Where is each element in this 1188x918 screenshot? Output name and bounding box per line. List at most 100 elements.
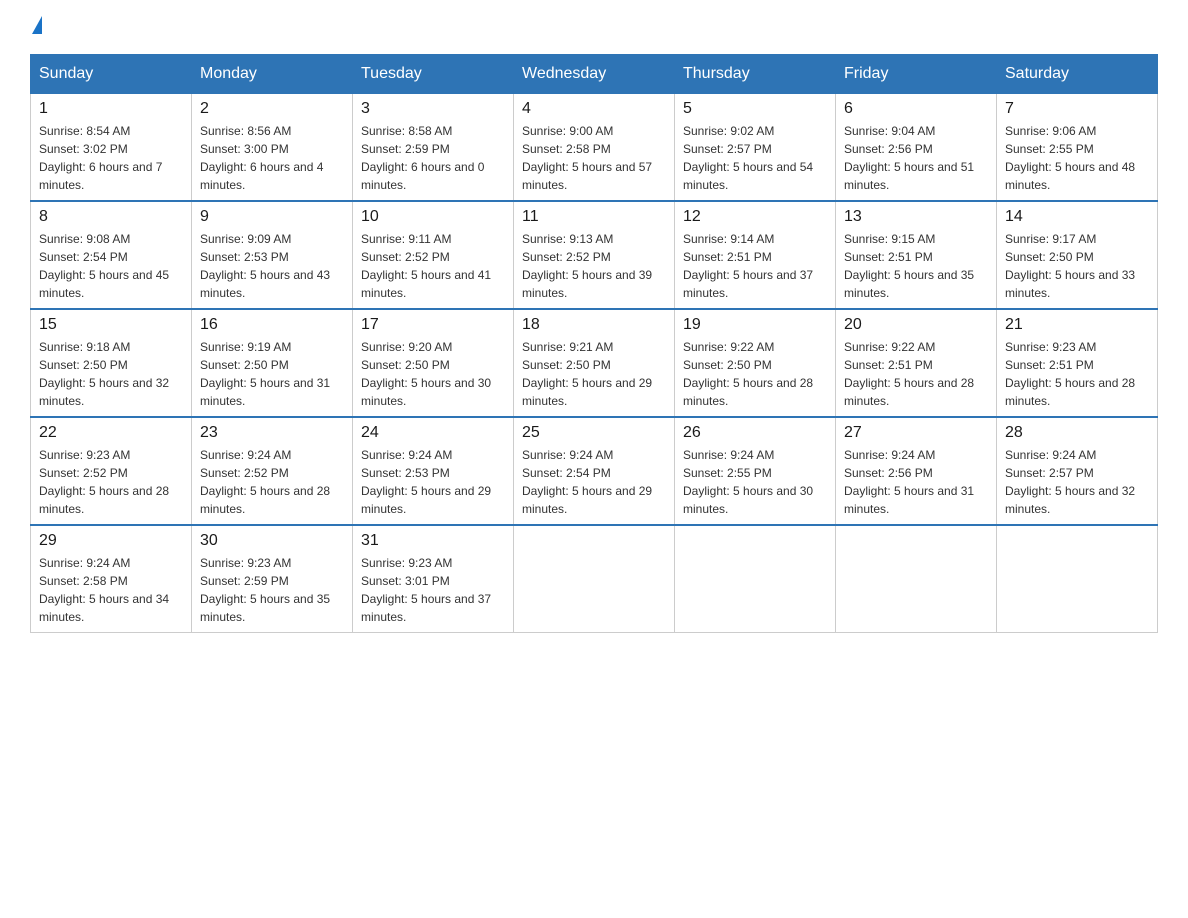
day-number: 8	[39, 208, 183, 226]
day-number: 13	[844, 208, 988, 226]
calendar-cell: 8 Sunrise: 9:08 AMSunset: 2:54 PMDaylight…	[31, 201, 192, 309]
day-number: 23	[200, 424, 344, 442]
week-row-1: 1 Sunrise: 8:54 AMSunset: 3:02 PMDaylight…	[31, 94, 1158, 202]
calendar-cell: 4 Sunrise: 9:00 AMSunset: 2:58 PMDaylight…	[514, 94, 675, 202]
day-info: Sunrise: 9:22 AMSunset: 2:51 PMDaylight:…	[844, 338, 988, 410]
day-info: Sunrise: 9:19 AMSunset: 2:50 PMDaylight:…	[200, 338, 344, 410]
day-number: 16	[200, 316, 344, 334]
calendar-cell: 1 Sunrise: 8:54 AMSunset: 3:02 PMDaylight…	[31, 94, 192, 202]
calendar-cell: 11 Sunrise: 9:13 AMSunset: 2:52 PMDayligh…	[514, 201, 675, 309]
day-info: Sunrise: 9:23 AMSunset: 2:52 PMDaylight:…	[39, 446, 183, 518]
calendar-cell: 24 Sunrise: 9:24 AMSunset: 2:53 PMDayligh…	[353, 417, 514, 525]
day-info: Sunrise: 9:11 AMSunset: 2:52 PMDaylight:…	[361, 230, 505, 302]
day-info: Sunrise: 9:24 AMSunset: 2:55 PMDaylight:…	[683, 446, 827, 518]
day-info: Sunrise: 9:23 AMSunset: 3:01 PMDaylight:…	[361, 554, 505, 626]
calendar-cell: 5 Sunrise: 9:02 AMSunset: 2:57 PMDaylight…	[675, 94, 836, 202]
logo	[30, 20, 42, 34]
week-row-3: 15 Sunrise: 9:18 AMSunset: 2:50 PMDayligh…	[31, 309, 1158, 417]
calendar-cell: 25Sunrise: 9:24 AMSunset: 2:54 PMDayligh…	[514, 417, 675, 525]
calendar-cell: 18 Sunrise: 9:21 AMSunset: 2:50 PMDayligh…	[514, 309, 675, 417]
day-info: Sunrise: 9:20 AMSunset: 2:50 PMDaylight:…	[361, 338, 505, 410]
calendar-cell	[997, 525, 1158, 633]
day-info: Sunrise: 8:56 AMSunset: 3:00 PMDaylight:…	[200, 122, 344, 194]
week-row-2: 8 Sunrise: 9:08 AMSunset: 2:54 PMDaylight…	[31, 201, 1158, 309]
day-info: Sunrise: 9:24 AMSunset: 2:52 PMDaylight:…	[200, 446, 344, 518]
calendar-cell: 2 Sunrise: 8:56 AMSunset: 3:00 PMDaylight…	[192, 94, 353, 202]
calendar-cell: 19Sunrise: 9:22 AMSunset: 2:50 PMDayligh…	[675, 309, 836, 417]
day-info: Sunrise: 9:09 AMSunset: 2:53 PMDaylight:…	[200, 230, 344, 302]
day-number: 28	[1005, 424, 1149, 442]
day-number: 10	[361, 208, 505, 226]
day-number: 22	[39, 424, 183, 442]
day-number: 21	[1005, 316, 1149, 334]
day-number: 9	[200, 208, 344, 226]
day-number: 24	[361, 424, 505, 442]
day-info: Sunrise: 9:18 AMSunset: 2:50 PMDaylight:…	[39, 338, 183, 410]
day-info: Sunrise: 8:54 AMSunset: 3:02 PMDaylight:…	[39, 122, 183, 194]
calendar-cell: 26 Sunrise: 9:24 AMSunset: 2:55 PMDayligh…	[675, 417, 836, 525]
day-info: Sunrise: 9:24 AMSunset: 2:54 PMDaylight:…	[522, 446, 666, 518]
calendar-cell: 28 Sunrise: 9:24 AMSunset: 2:57 PMDayligh…	[997, 417, 1158, 525]
day-number: 7	[1005, 100, 1149, 118]
day-info: Sunrise: 8:58 AMSunset: 2:59 PMDaylight:…	[361, 122, 505, 194]
day-info: Sunrise: 9:23 AMSunset: 2:51 PMDaylight:…	[1005, 338, 1149, 410]
header-thursday: Thursday	[675, 55, 836, 94]
day-number: 6	[844, 100, 988, 118]
day-info: Sunrise: 9:14 AMSunset: 2:51 PMDaylight:…	[683, 230, 827, 302]
calendar-table: SundayMondayTuesdayWednesdayThursdayFrid…	[30, 54, 1158, 633]
calendar-cell: 27Sunrise: 9:24 AMSunset: 2:56 PMDayligh…	[836, 417, 997, 525]
calendar-cell: 21 Sunrise: 9:23 AMSunset: 2:51 PMDayligh…	[997, 309, 1158, 417]
day-info: Sunrise: 9:24 AMSunset: 2:58 PMDaylight:…	[39, 554, 183, 626]
day-info: Sunrise: 9:06 AMSunset: 2:55 PMDaylight:…	[1005, 122, 1149, 194]
day-number: 2	[200, 100, 344, 118]
logo-triangle-icon	[32, 16, 42, 34]
day-number: 17	[361, 316, 505, 334]
calendar-cell: 10 Sunrise: 9:11 AMSunset: 2:52 PMDayligh…	[353, 201, 514, 309]
calendar-cell: 29 Sunrise: 9:24 AMSunset: 2:58 PMDayligh…	[31, 525, 192, 633]
day-info: Sunrise: 9:17 AMSunset: 2:50 PMDaylight:…	[1005, 230, 1149, 302]
day-number: 4	[522, 100, 666, 118]
day-info: Sunrise: 9:24 AMSunset: 2:53 PMDaylight:…	[361, 446, 505, 518]
header-tuesday: Tuesday	[353, 55, 514, 94]
day-info: Sunrise: 9:24 AMSunset: 2:57 PMDaylight:…	[1005, 446, 1149, 518]
day-number: 18	[522, 316, 666, 334]
header-saturday: Saturday	[997, 55, 1158, 94]
calendar-cell: 9 Sunrise: 9:09 AMSunset: 2:53 PMDaylight…	[192, 201, 353, 309]
week-row-5: 29 Sunrise: 9:24 AMSunset: 2:58 PMDayligh…	[31, 525, 1158, 633]
day-number: 3	[361, 100, 505, 118]
calendar-cell: 22 Sunrise: 9:23 AMSunset: 2:52 PMDayligh…	[31, 417, 192, 525]
day-number: 5	[683, 100, 827, 118]
calendar-cell	[675, 525, 836, 633]
day-number: 19	[683, 316, 827, 334]
calendar-cell: 23 Sunrise: 9:24 AMSunset: 2:52 PMDayligh…	[192, 417, 353, 525]
day-info: Sunrise: 9:00 AMSunset: 2:58 PMDaylight:…	[522, 122, 666, 194]
day-number: 29	[39, 532, 183, 550]
calendar-cell: 15 Sunrise: 9:18 AMSunset: 2:50 PMDayligh…	[31, 309, 192, 417]
day-info: Sunrise: 9:02 AMSunset: 2:57 PMDaylight:…	[683, 122, 827, 194]
header-sunday: Sunday	[31, 55, 192, 94]
header-friday: Friday	[836, 55, 997, 94]
calendar-cell: 3 Sunrise: 8:58 AMSunset: 2:59 PMDaylight…	[353, 94, 514, 202]
calendar-cell: 17 Sunrise: 9:20 AMSunset: 2:50 PMDayligh…	[353, 309, 514, 417]
week-row-4: 22 Sunrise: 9:23 AMSunset: 2:52 PMDayligh…	[31, 417, 1158, 525]
calendar-cell: 14 Sunrise: 9:17 AMSunset: 2:50 PMDayligh…	[997, 201, 1158, 309]
day-info: Sunrise: 9:08 AMSunset: 2:54 PMDaylight:…	[39, 230, 183, 302]
day-number: 1	[39, 100, 183, 118]
day-number: 14	[1005, 208, 1149, 226]
day-info: Sunrise: 9:24 AMSunset: 2:56 PMDaylight:…	[844, 446, 988, 518]
day-info: Sunrise: 9:21 AMSunset: 2:50 PMDaylight:…	[522, 338, 666, 410]
calendar-cell: 30Sunrise: 9:23 AMSunset: 2:59 PMDayligh…	[192, 525, 353, 633]
calendar-cell: 7 Sunrise: 9:06 AMSunset: 2:55 PMDaylight…	[997, 94, 1158, 202]
day-number: 30	[200, 532, 344, 550]
day-number: 15	[39, 316, 183, 334]
calendar-cell: 13 Sunrise: 9:15 AMSunset: 2:51 PMDayligh…	[836, 201, 997, 309]
calendar-cell: 12 Sunrise: 9:14 AMSunset: 2:51 PMDayligh…	[675, 201, 836, 309]
calendar-header-row: SundayMondayTuesdayWednesdayThursdayFrid…	[31, 55, 1158, 94]
day-number: 11	[522, 208, 666, 226]
header-monday: Monday	[192, 55, 353, 94]
day-info: Sunrise: 9:15 AMSunset: 2:51 PMDaylight:…	[844, 230, 988, 302]
calendar-cell	[514, 525, 675, 633]
day-info: Sunrise: 9:13 AMSunset: 2:52 PMDaylight:…	[522, 230, 666, 302]
day-number: 12	[683, 208, 827, 226]
day-number: 26	[683, 424, 827, 442]
